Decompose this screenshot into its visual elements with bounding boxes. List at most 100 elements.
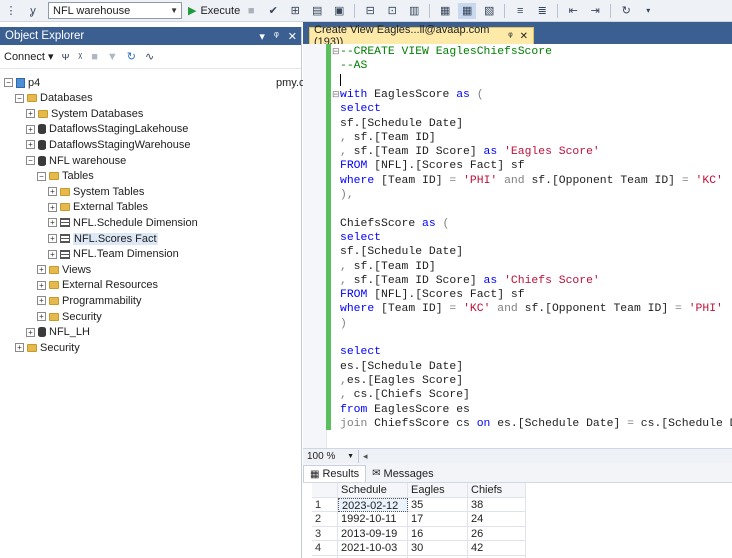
results-to-grid-icon[interactable]: ▦ — [458, 2, 477, 19]
tree-node[interactable]: + NFL_LH — [26, 325, 90, 340]
row-number[interactable]: 2 — [312, 512, 338, 527]
tree-node[interactable]: + DataflowsStagingWarehouse — [26, 137, 190, 152]
pin-icon[interactable]: ᵠ — [508, 31, 512, 42]
results-grid[interactable]: Schedule Date Eagles Score Chiefs Score … — [312, 483, 526, 558]
tree-node[interactable]: − Tables — [37, 169, 94, 184]
collapse-icon[interactable]: − — [15, 93, 24, 103]
tree-node[interactable]: + System Databases — [26, 106, 143, 121]
tree-node[interactable]: − NFL warehouse — [26, 153, 126, 168]
table-row[interactable]: 2 1992-10-11 17 24 — [312, 512, 526, 527]
expand-icon[interactable]: + — [37, 312, 46, 321]
table-row[interactable]: 4 2021-10-03 30 42 — [312, 541, 526, 556]
grid-cell[interactable]: 2021-10-03 — [338, 541, 408, 556]
row-number[interactable]: 1 — [312, 497, 338, 512]
tree-node[interactable]: + Security — [37, 309, 102, 324]
connect-plug-icon[interactable]: ᴪ — [62, 51, 70, 63]
grid-cell[interactable]: 16 — [408, 526, 468, 541]
row-number[interactable]: 3 — [312, 526, 338, 541]
row-number[interactable]: 4 — [312, 541, 338, 556]
client-stats-icon[interactable]: ▥ — [405, 3, 423, 19]
comment-icon[interactable]: ≡ — [511, 3, 529, 19]
tree-server-node[interactable]: − p4 pmy.c — [4, 75, 305, 90]
expand-icon[interactable]: + — [48, 234, 57, 243]
grid-cell[interactable]: 24 — [468, 512, 526, 527]
tree-node[interactable]: + Views — [37, 262, 91, 277]
tree-node[interactable]: + System Tables — [48, 184, 144, 199]
tree-node[interactable]: + Programmability — [37, 293, 141, 308]
expand-icon[interactable]: + — [37, 280, 46, 290]
include-plan-icon[interactable]: ⊟ — [361, 3, 379, 19]
column-header[interactable]: Chiefs Score — [468, 483, 526, 498]
grid-cell[interactable]: 30 — [408, 541, 468, 556]
tree-node[interactable]: + External Tables — [48, 200, 148, 215]
activity-monitor-icon[interactable]: ∿ — [145, 50, 154, 63]
expand-icon[interactable]: + — [15, 343, 24, 353]
connect-button[interactable]: Connect ▾ — [4, 50, 54, 63]
expand-icon[interactable]: + — [48, 249, 57, 259]
expand-icon[interactable]: + — [48, 202, 57, 212]
grid-cell[interactable]: 26 — [468, 526, 526, 541]
column-header[interactable]: Eagles Score — [408, 483, 468, 498]
expand-icon[interactable]: + — [26, 327, 35, 337]
scroll-left-icon[interactable]: ◂ — [363, 451, 368, 462]
results-to-text-icon[interactable]: ▦ — [436, 3, 454, 19]
expand-icon[interactable]: + — [26, 109, 35, 119]
expand-icon[interactable]: + — [37, 296, 46, 306]
specify-values-icon[interactable]: ↻ — [617, 3, 635, 19]
stop-icon[interactable]: ■ — [91, 51, 98, 63]
grid-cell[interactable]: 2013-09-19 — [338, 526, 408, 541]
grid-cell[interactable]: 42 — [468, 541, 526, 556]
expand-icon[interactable]: + — [37, 265, 46, 275]
query-options-icon[interactable]: ▤ — [308, 3, 326, 19]
tab-messages[interactable]: ✉ Messages — [366, 465, 440, 482]
table-row[interactable]: 3 2013-09-19 16 26 — [312, 526, 526, 541]
database-selector[interactable]: NFL warehouse ▼ — [48, 2, 182, 19]
zoom-selector[interactable]: 100 % ▼ — [303, 449, 359, 463]
collapse-icon[interactable]: − — [4, 78, 13, 87]
fold-toggle-icon[interactable]: ⊟ — [332, 88, 340, 102]
grid-cell[interactable]: 2023-02-12 — [338, 497, 408, 512]
sql-code[interactable]: ⊟ --CREATE VIEW EaglesChiefsScore --AS ⊟ wit… — [332, 44, 732, 448]
tree-node[interactable]: + NFL.Scores Fact — [48, 231, 158, 246]
tab-results[interactable]: ▦ Results — [303, 465, 367, 482]
live-stats-icon[interactable]: ⊡ — [383, 3, 401, 19]
tree-node[interactable]: − Databases — [15, 91, 93, 106]
expand-icon[interactable]: + — [26, 140, 35, 150]
stop-icon[interactable]: ■ — [242, 3, 260, 19]
grid-cell[interactable]: 1992-10-11 — [338, 512, 408, 527]
expand-icon[interactable]: + — [48, 218, 57, 228]
query-tab[interactable]: Create View Eagles...ll@avaap.com (193))… — [309, 24, 534, 48]
tree-node[interactable]: + DataflowsStagingLakehouse — [26, 122, 188, 137]
collapse-icon[interactable]: − — [26, 156, 35, 165]
results-to-file-icon[interactable]: ▧ — [480, 3, 498, 19]
filter-icon[interactable]: ▼ — [107, 51, 118, 63]
table-row[interactable]: 1 2023-02-12 35 38 — [312, 497, 526, 512]
window-position-icon[interactable]: ▾ — [259, 30, 265, 43]
tree-node[interactable]: + Security — [15, 340, 80, 355]
pin-icon[interactable]: ᵠ — [274, 30, 279, 43]
parse-check-icon[interactable]: ✔ — [264, 3, 282, 19]
disconnect-icon[interactable]: ᵡ — [78, 51, 82, 63]
estimated-plan-icon[interactable]: ⊞ — [286, 3, 304, 19]
grid-cell[interactable]: 35 — [408, 497, 468, 512]
close-icon[interactable]: ✕ — [288, 30, 297, 43]
toolbar-overflow-icon[interactable]: ▾ — [639, 3, 657, 19]
close-tab-icon[interactable]: ✕ — [520, 31, 528, 42]
filter-icon[interactable]: ỿ — [24, 3, 42, 19]
grid-cell[interactable]: 38 — [468, 497, 526, 512]
tree-node[interactable]: + External Resources — [37, 278, 158, 293]
intellisense-icon[interactable]: ▣ — [330, 3, 348, 19]
tree-node[interactable]: + NFL.Schedule Dimension — [48, 215, 198, 230]
fold-toggle-icon[interactable]: ⊟ — [332, 45, 340, 59]
tree-node[interactable]: + NFL.Team Dimension — [48, 247, 179, 262]
execute-button[interactable]: ▶ Execute — [188, 4, 240, 18]
increase-indent-icon[interactable]: ⇥ — [586, 3, 604, 19]
collapse-icon[interactable]: − — [37, 171, 46, 181]
expand-icon[interactable]: + — [26, 124, 35, 134]
query-editor[interactable]: ⊟ --CREATE VIEW EaglesChiefsScore --AS ⊟ wit… — [303, 44, 732, 448]
expand-icon[interactable]: + — [48, 187, 57, 197]
refresh-icon[interactable]: ↻ — [127, 50, 136, 63]
decrease-indent-icon[interactable]: ⇤ — [564, 3, 582, 19]
grid-cell[interactable]: 17 — [408, 512, 468, 527]
column-header[interactable]: Schedule Date — [338, 483, 408, 498]
